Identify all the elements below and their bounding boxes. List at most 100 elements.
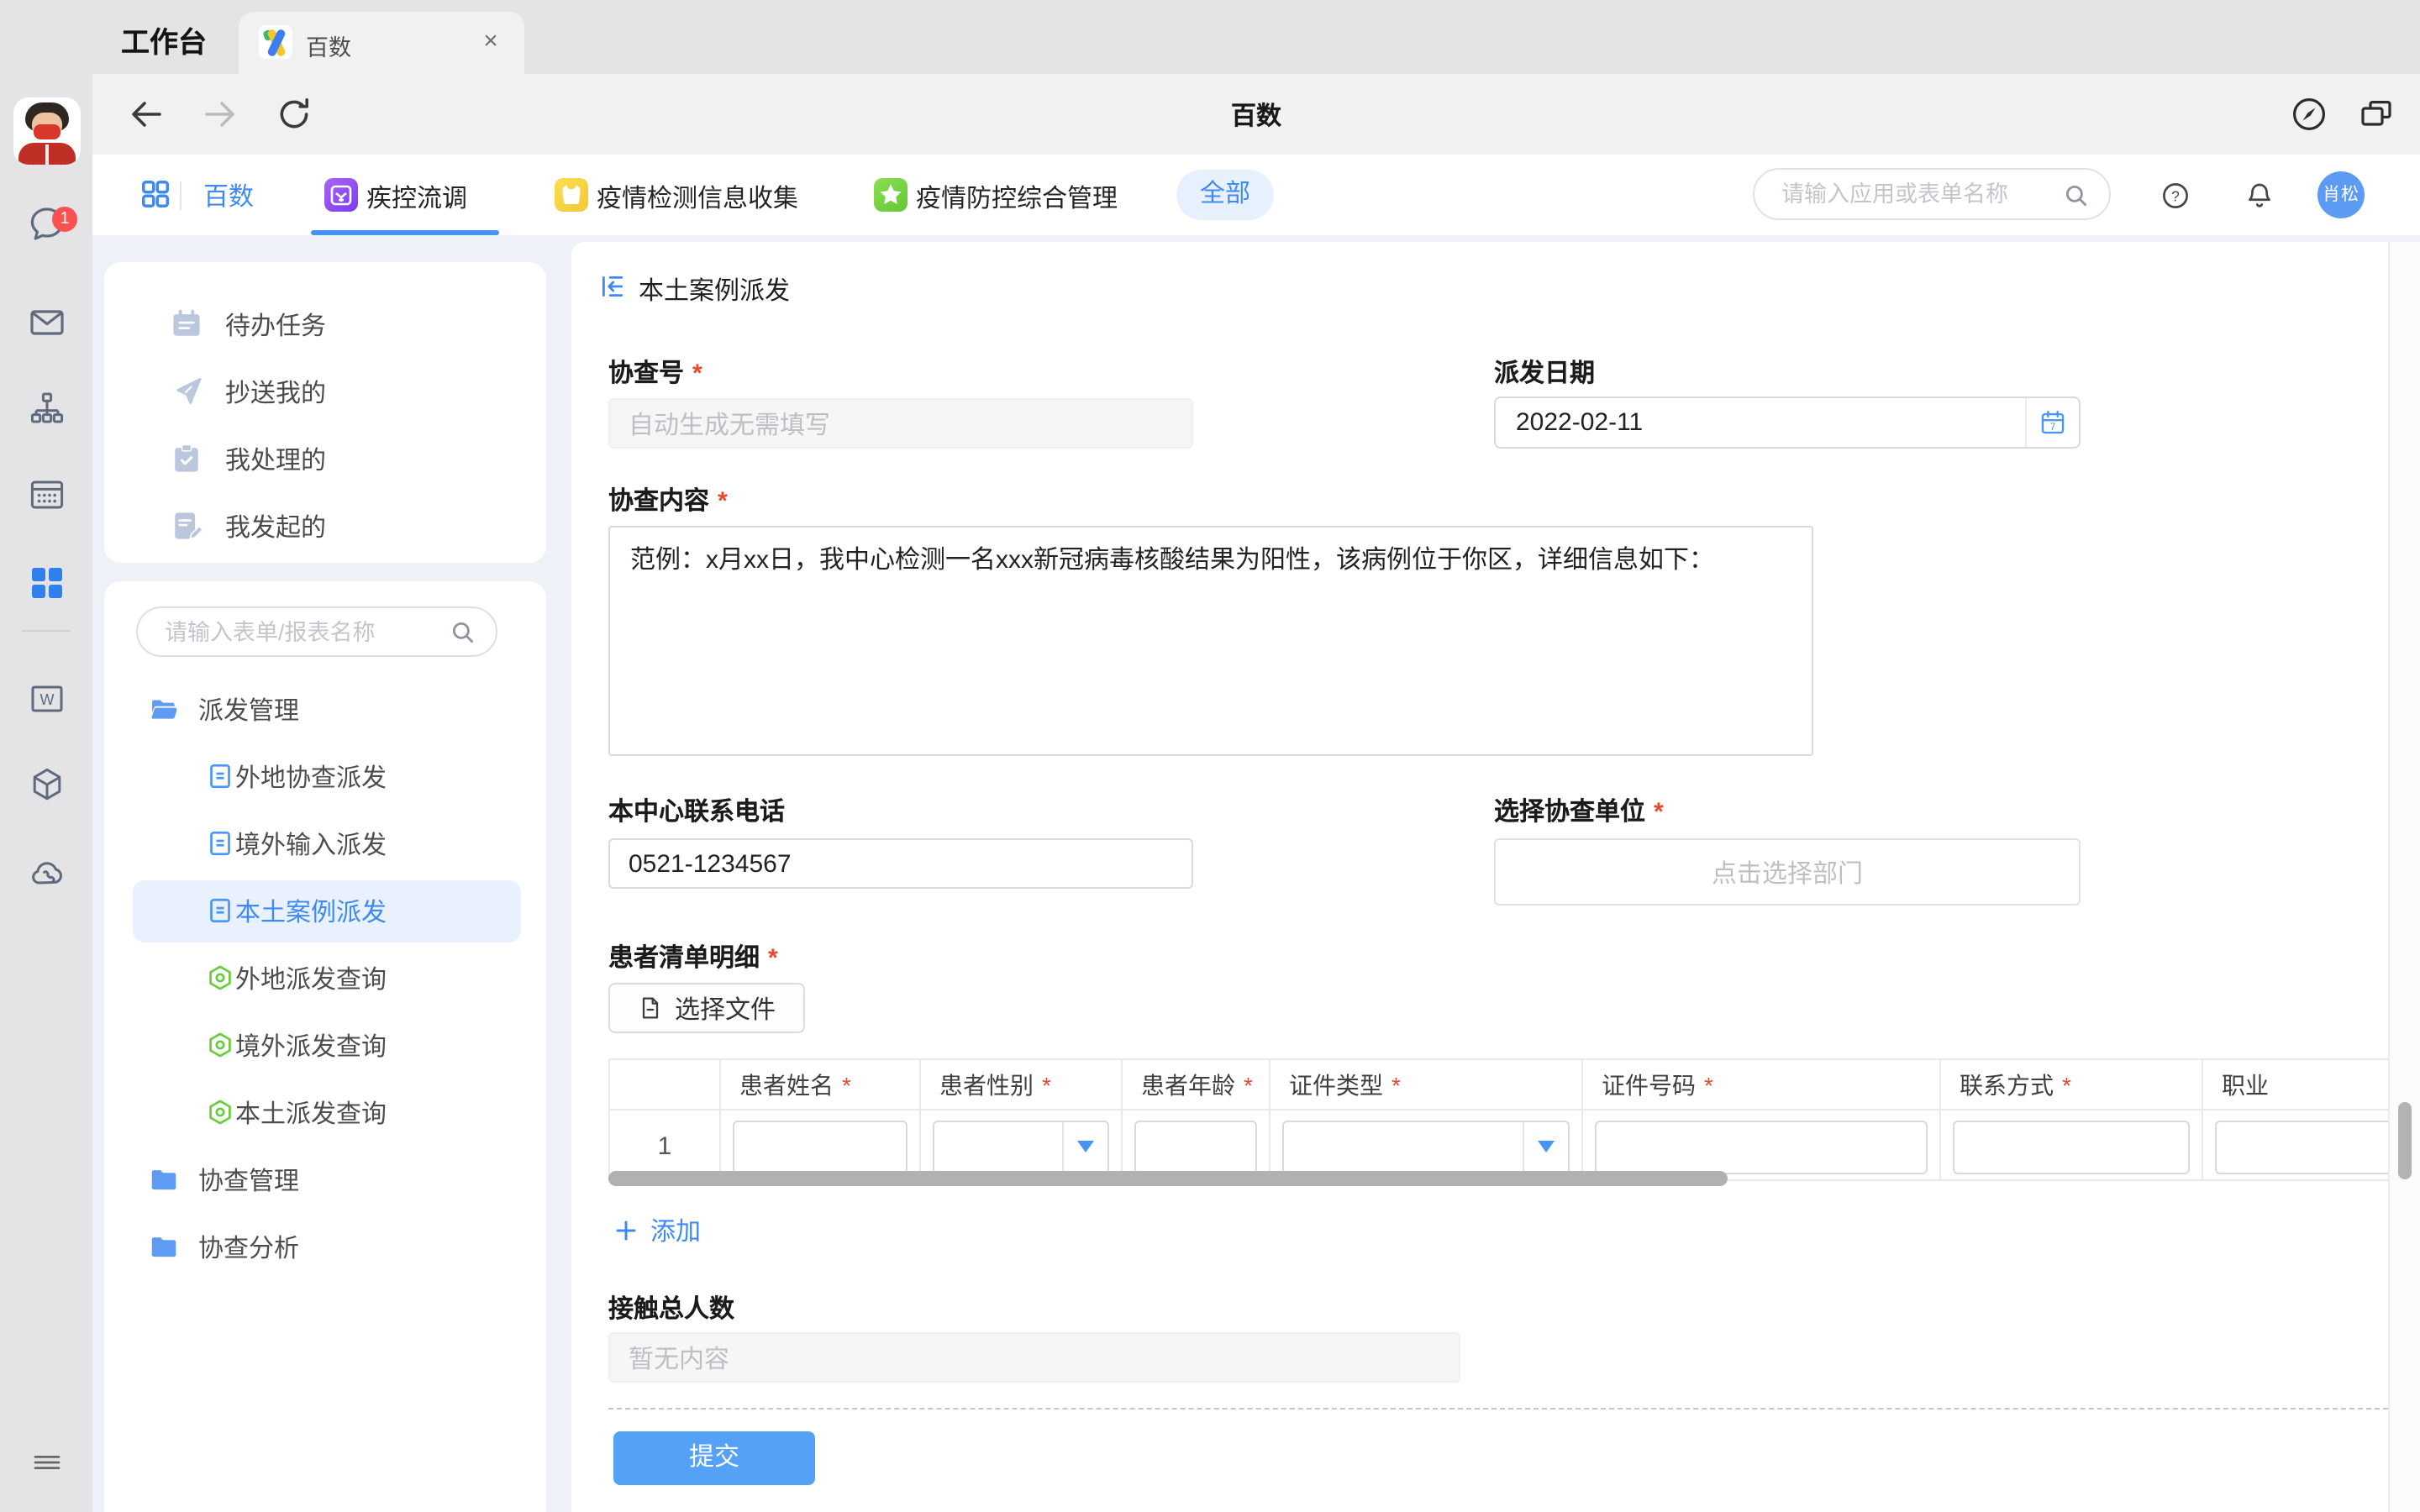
id-type-select[interactable] xyxy=(1282,1120,1570,1173)
folder-icon xyxy=(148,1164,180,1196)
header-patient-age: 患者年龄* xyxy=(1123,1060,1270,1110)
table-header-row: 患者姓名* 患者性别* 患者年龄* 证件类型* 证件号码* 联系方式* 职业 xyxy=(610,1060,2388,1110)
plus-icon xyxy=(613,1218,639,1243)
header-id-type: 证件类型* xyxy=(1270,1060,1583,1110)
content-textarea[interactable]: 范例：x月xx日，我中心检测一名xxx新冠病毒核酸结果为阳性，该病例位于你区，详… xyxy=(608,526,1813,756)
content-label: 协查内容* xyxy=(608,482,728,517)
dropdown-caret-icon xyxy=(1077,1141,1094,1152)
form-search-box[interactable] xyxy=(136,606,497,657)
dispatch-date-input[interactable]: 2022-02-11 7 xyxy=(1494,396,2081,449)
browser-chrome: 工作台 百数 × xyxy=(92,0,2420,1512)
occupation-input[interactable] xyxy=(2215,1120,2388,1173)
required-mark: * xyxy=(692,360,702,388)
app-search-input[interactable] xyxy=(1778,171,2047,217)
tab-disease-control[interactable]: 疾控流调 xyxy=(366,180,467,215)
tree-item-overseas-input[interactable]: 境外输入派发 xyxy=(104,810,546,877)
vertical-scrollbar-thumb[interactable] xyxy=(2398,1102,2412,1179)
quick-item-processed[interactable]: 我处理的 xyxy=(104,425,546,492)
tree-item-outside-query[interactable]: 外地派发查询 xyxy=(104,944,546,1011)
send-icon xyxy=(168,373,205,410)
workbench-label[interactable]: 工作台 xyxy=(121,18,207,60)
contact-total-input[interactable]: 暂无内容 xyxy=(608,1332,1460,1383)
avatar-zipper xyxy=(45,144,49,165)
tree-item-local-case-dispatch[interactable]: 本土案例派发 xyxy=(104,877,546,944)
apps-grid-icon[interactable] xyxy=(139,178,180,218)
tree-folder-assist-mgmt[interactable]: 协查管理 xyxy=(104,1146,546,1213)
user-avatar[interactable] xyxy=(13,97,81,165)
patients-label: 患者清单明细* xyxy=(608,939,778,974)
choose-file-button[interactable]: 选择文件 xyxy=(608,983,805,1033)
tree-folder-assist-analysis[interactable]: 协查分析 xyxy=(104,1213,546,1280)
tree-item-local-query[interactable]: 本土派发查询 xyxy=(104,1079,546,1146)
unit-select[interactable]: 点击选择部门 xyxy=(1494,838,2081,906)
compass-icon[interactable] xyxy=(2289,94,2329,134)
forms-tree-card: 派发管理 外地协查派发 境外输入派发 xyxy=(104,581,546,1512)
dispatch-date-label: 派发日期 xyxy=(1494,354,1595,390)
bell-icon[interactable] xyxy=(2244,180,2275,212)
required-mark: * xyxy=(1654,798,1664,827)
folder-icon xyxy=(148,1231,180,1263)
header-contact: 联系方式* xyxy=(1941,1060,2203,1110)
file-icon xyxy=(638,995,665,1021)
form-search-input[interactable] xyxy=(161,610,430,654)
tree-item-outside-assist[interactable]: 外地协查派发 xyxy=(104,743,546,810)
add-row-link[interactable]: 添加 xyxy=(613,1213,701,1248)
user-badge[interactable]: 肖松 xyxy=(2317,171,2365,218)
patient-gender-select[interactable] xyxy=(933,1120,1109,1173)
tab-epidemic-mgmt[interactable]: 疫情防控综合管理 xyxy=(916,180,1118,215)
tab-epidemic-test[interactable]: 疫情检测信息收集 xyxy=(597,180,798,215)
coop-no-label: 协查号* xyxy=(608,354,702,390)
svg-text:?: ? xyxy=(2171,187,2180,204)
mail-icon[interactable] xyxy=(0,302,92,343)
contact-input[interactable] xyxy=(1953,1120,2190,1173)
table-horizontal-scrollbar[interactable] xyxy=(608,1171,1728,1186)
header-patient-gender: 患者性别* xyxy=(921,1060,1123,1110)
phone-input[interactable]: 0521-1234567 xyxy=(608,838,1193,889)
calendar-icon[interactable] xyxy=(0,474,92,514)
header-patient-name: 患者姓名* xyxy=(721,1060,921,1110)
form-title: 本土案例派发 xyxy=(639,272,790,307)
scrollbar-gutter xyxy=(2388,242,2420,1512)
search-icon xyxy=(2062,181,2091,210)
page-title: 百数 xyxy=(92,97,2420,133)
tree-folder-dispatch-mgmt[interactable]: 派发管理 xyxy=(104,675,546,743)
report-icon xyxy=(205,963,235,993)
quick-item-initiated[interactable]: 我发起的 xyxy=(104,492,546,559)
collapse-panel-icon[interactable] xyxy=(598,272,627,301)
section-divider xyxy=(608,1408,2388,1410)
clipboard-check-icon xyxy=(168,440,205,477)
report-icon xyxy=(205,1030,235,1060)
date-picker-icon[interactable]: 7 xyxy=(2025,398,2079,447)
quick-item-cc[interactable]: 抄送我的 xyxy=(104,358,546,425)
patient-age-input[interactable] xyxy=(1134,1120,1257,1173)
dropdown-caret-icon xyxy=(1538,1141,1555,1152)
app-name[interactable]: 百数 xyxy=(203,178,254,213)
tab-close-icon[interactable]: × xyxy=(474,25,508,59)
coop-no-input[interactable]: 自动生成无需填写 xyxy=(608,398,1193,449)
app-dock: 1 xyxy=(0,0,92,1512)
workbench-grid-icon[interactable] xyxy=(0,566,92,600)
chat-icon[interactable] xyxy=(0,203,92,244)
report-icon xyxy=(205,1097,235,1127)
help-icon[interactable]: ? xyxy=(2160,180,2191,212)
form-doc-icon xyxy=(205,761,235,791)
svg-text:W: W xyxy=(39,691,54,708)
patient-name-input[interactable] xyxy=(733,1120,908,1173)
tree-item-overseas-query[interactable]: 境外派发查询 xyxy=(104,1011,546,1079)
all-apps-pill[interactable]: 全部 xyxy=(1176,170,1274,220)
new-window-icon[interactable] xyxy=(2356,94,2396,134)
browser-tab[interactable]: 百数 × xyxy=(239,12,524,74)
quick-item-todo[interactable]: 待办任务 xyxy=(104,291,546,358)
org-chart-icon[interactable] xyxy=(0,388,92,428)
screen: 1 xyxy=(0,0,2420,1512)
cube-icon[interactable] xyxy=(0,764,92,805)
cloud-call-icon[interactable] xyxy=(0,853,92,894)
dock-menu-icon[interactable] xyxy=(0,1441,92,1482)
app-search-box[interactable] xyxy=(1753,168,2111,220)
nav-divider xyxy=(180,181,182,210)
word-doc-icon[interactable]: W xyxy=(0,679,92,719)
id-number-input[interactable] xyxy=(1595,1120,1928,1173)
submit-button[interactable]: 提交 xyxy=(613,1431,815,1485)
phone-label: 本中心联系电话 xyxy=(608,793,785,828)
todo-tasks-icon xyxy=(168,306,205,343)
